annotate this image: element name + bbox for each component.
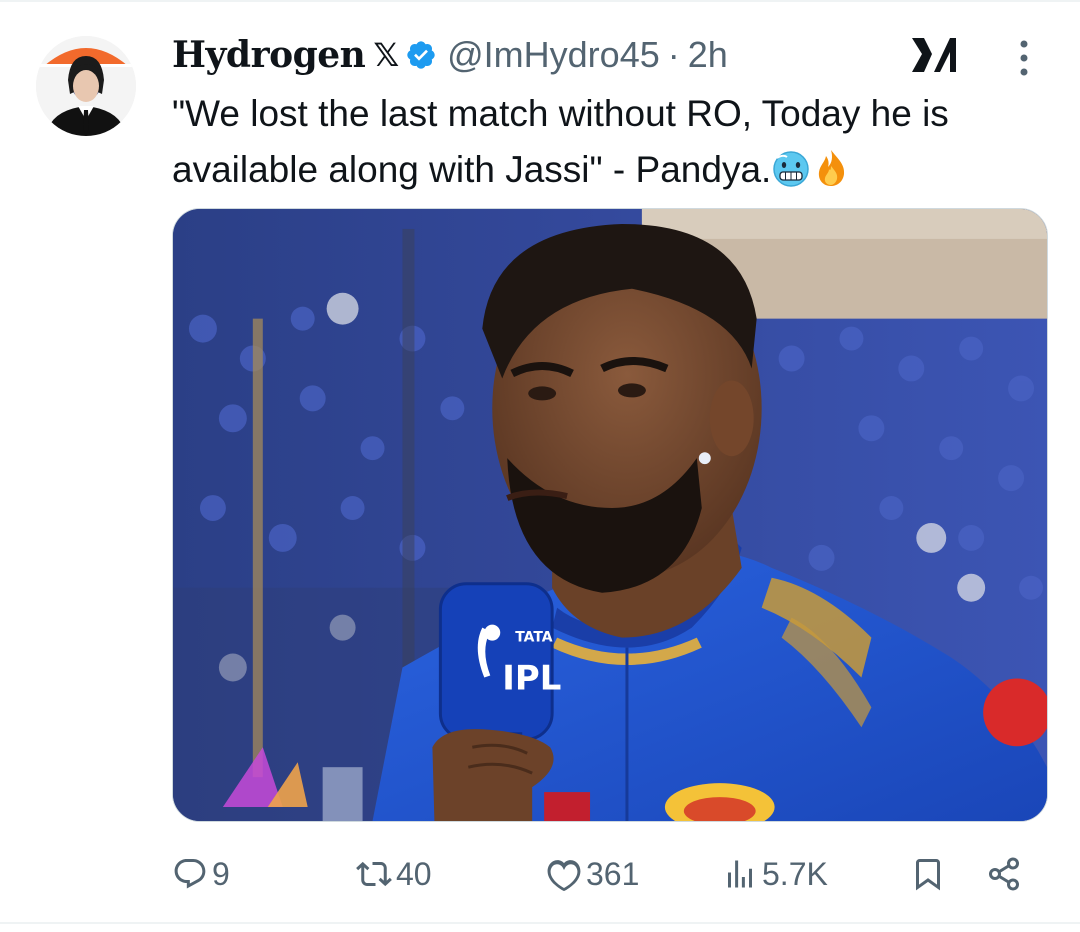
mic-label-text: IPL <box>502 658 561 697</box>
tweet-text: "We lost the last match without RO, Toda… <box>172 86 1042 198</box>
reply-count: 9 <box>212 855 230 892</box>
reply-button[interactable]: 9 <box>172 848 230 900</box>
like-button[interactable]: 361 <box>546 848 639 900</box>
tweet-media-image[interactable]: TATA IPL <box>172 208 1048 822</box>
verified-badge-icon <box>407 41 435 69</box>
tweet-header: Hydrogen 𝕏 @ImHydro45 · 2h <box>172 30 728 80</box>
tweet-actions-bar: 9 40 361 5.7K <box>172 848 1032 900</box>
top-divider <box>0 0 1080 2</box>
mic-brand-text: TATA <box>515 630 553 646</box>
bookmark-button[interactable] <box>910 848 946 900</box>
bottom-divider <box>0 922 1080 924</box>
post-time[interactable]: 2h <box>688 34 728 76</box>
avatar[interactable] <box>36 36 136 136</box>
share-button[interactable] <box>986 848 1022 900</box>
views-button[interactable]: 5.7K <box>722 848 828 900</box>
views-count: 5.7K <box>762 855 828 892</box>
header-separator: · <box>667 34 680 75</box>
grok-icon[interactable] <box>910 32 958 78</box>
cold-face-emoji <box>773 151 810 187</box>
author-display-name[interactable]: Hydrogen <box>172 34 366 76</box>
retweet-count: 40 <box>396 855 432 892</box>
like-count: 361 <box>586 855 640 892</box>
more-options-icon[interactable] <box>1010 38 1038 78</box>
share-icon <box>989 857 1019 891</box>
bookmark-icon <box>916 859 940 891</box>
author-handle[interactable]: @ImHydro45 <box>447 34 660 76</box>
fire-emoji <box>819 150 845 186</box>
views-chart-icon <box>728 860 752 888</box>
retweet-button[interactable]: 40 <box>356 848 432 900</box>
x-badge: 𝕏 <box>373 36 400 74</box>
retweet-icon <box>356 861 392 887</box>
reply-icon <box>174 859 206 889</box>
heart-icon <box>547 860 581 892</box>
